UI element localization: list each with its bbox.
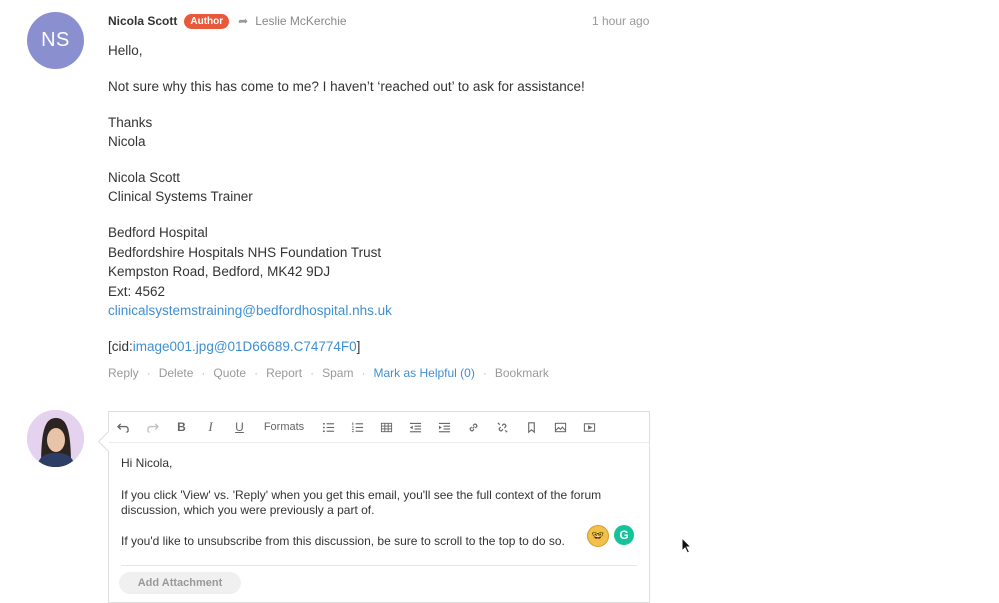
delete-link[interactable]: Delete [159,366,194,380]
body-line: Kempston Road, Bedford, MK42 9DJ [108,264,331,279]
grammarly-icon[interactable]: G [614,525,634,545]
formats-dropdown[interactable]: Formats [254,412,314,442]
separator: · [310,366,315,380]
user-avatar[interactable] [27,410,84,467]
cid-suffix: ] [356,339,361,354]
body-line: Bedfordshire Hospitals NHS Foundation Tr… [108,245,382,260]
author-badge: Author [184,13,230,29]
reply-arrow-icon: ➦ [238,14,249,28]
email-link[interactable]: clinicalsystemstraining@bedfordhospital.… [108,303,392,318]
separator: · [201,366,206,380]
author-name[interactable]: Nicola Scott [108,14,177,28]
separator: · [361,366,366,380]
body-line: Hello, [108,43,143,58]
indent-icon[interactable] [430,412,459,442]
divider [121,565,637,566]
body-line: Nicola [108,134,146,149]
redo-icon[interactable] [138,412,167,442]
nerd-emoji-icon[interactable]: 🤓 [587,525,609,547]
report-link[interactable]: Report [266,366,302,380]
body-line: Clinical Systems Trainer [108,189,253,204]
outdent-icon[interactable] [401,412,430,442]
table-icon[interactable] [372,412,401,442]
link-icon[interactable] [459,412,488,442]
spam-link[interactable]: Spam [322,366,353,380]
quote-link[interactable]: Quote [213,366,246,380]
reply-editor[interactable]: B I U Formats Hi Nicola, If you click 'V… [108,411,650,603]
image-icon[interactable] [546,412,575,442]
cid-prefix: [cid: [108,339,133,354]
post-timestamp[interactable]: 1 hour ago [592,14,649,28]
body-line: Thanks [108,115,153,130]
cid-link[interactable]: image001.jpg@01D66689.C74774F0 [133,339,357,354]
separator: · [482,366,487,380]
body-line: Bedford Hospital [108,225,208,240]
body-line: Nicola Scott [108,170,181,185]
separator: · [254,366,259,380]
undo-icon[interactable] [109,412,138,442]
author-avatar[interactable]: NS [27,12,84,69]
bookmark-icon[interactable] [517,412,546,442]
italic-button[interactable]: I [196,412,225,442]
mouse-cursor-icon [681,537,693,554]
editor-toolbar: B I U Formats [109,412,649,443]
reply-link[interactable]: Reply [108,366,139,380]
post-actions: Reply · Delete · Quote · Report · Spam ·… [108,366,549,380]
recipient-name[interactable]: Leslie McKerchie [255,14,346,28]
bookmark-link[interactable]: Bookmark [495,366,549,380]
avatar-initials: NS [41,29,70,51]
mark-helpful-link[interactable]: Mark as Helpful (0) [373,366,474,380]
media-icon[interactable] [575,412,604,442]
post-header: Nicola Scott Author ➦ Leslie McKerchie [108,12,347,30]
underline-button[interactable]: U [225,412,254,442]
cid-line: [cid:image001.jpg@01D66689.C74774F0] [108,339,360,354]
editor-line: Hi Nicola, [121,456,173,470]
user-photo-icon [27,410,84,467]
bold-button[interactable]: B [167,412,196,442]
editor-line: If you'd like to unsubscribe from this d… [121,534,565,548]
editor-line: If you click 'View' vs. 'Reply' when you… [121,488,602,502]
add-attachment-button[interactable]: Add Attachment [119,572,241,594]
separator: · [146,366,151,380]
unlink-icon[interactable] [488,412,517,442]
body-line: Ext: 4562 [108,284,166,299]
numbered-list-icon[interactable] [343,412,372,442]
body-line: Not sure why this has come to me? I have… [108,79,585,94]
editor-line: discussion, which you were previously a … [121,503,375,517]
bullet-list-icon[interactable] [314,412,343,442]
